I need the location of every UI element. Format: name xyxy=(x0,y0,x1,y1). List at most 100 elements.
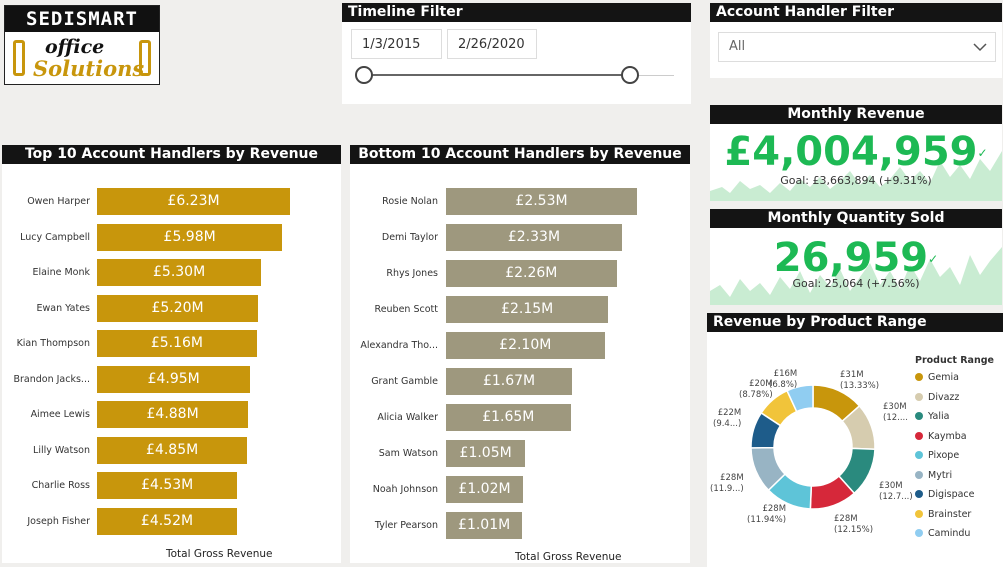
bar-data-label: £5.20M xyxy=(151,299,204,316)
monthly-quantity-goal: Goal: 25,064 (+7.56%) xyxy=(792,277,920,290)
bar[interactable]: £2.10M xyxy=(446,332,605,359)
bar-category-label: Reuben Scott xyxy=(374,304,438,315)
legend-item[interactable]: Divazz xyxy=(915,391,959,405)
bar-category-label: Lucy Campbell xyxy=(20,231,90,243)
monthly-quantity-value: 26,959✓ xyxy=(773,235,939,281)
bar[interactable]: £4.85M xyxy=(97,436,248,464)
bar-category-label: Alexandra Tho... xyxy=(360,340,438,351)
timeline-filter: Timeline Filter 1/3/2015 2/26/2020 xyxy=(342,3,691,104)
bar[interactable]: £5.20M xyxy=(97,294,259,322)
bar[interactable]: £4.95M xyxy=(97,365,251,393)
bar-data-label: £1.05M xyxy=(459,445,512,461)
donut-data-label-percent: (12.7...) xyxy=(879,492,913,502)
check-icon: ✓ xyxy=(977,146,988,160)
bar-data-label: £1.02M xyxy=(458,481,511,497)
legend-item[interactable]: Gemia xyxy=(915,371,959,385)
timeline-start-handle[interactable] xyxy=(355,66,373,84)
bar-category-label: Grant Gamble xyxy=(371,376,438,387)
bar[interactable]: £2.15M xyxy=(446,296,609,323)
donut-data-label: £28M (11.9...) xyxy=(710,473,744,495)
legend-label: Kaymba xyxy=(928,430,967,442)
legend-label: Brainster xyxy=(928,508,972,520)
donut-data-label-value: £28M xyxy=(720,473,744,483)
top-10-chart-title: Top 10 Account Handlers by Revenue xyxy=(2,145,341,164)
legend-marker xyxy=(915,412,923,420)
donut-data-label-value: £28M xyxy=(762,504,787,514)
bar-category-label: Kian Thompson xyxy=(16,338,90,349)
bar[interactable]: £1.05M xyxy=(446,440,526,467)
legend-label: Pixope xyxy=(928,450,960,461)
donut-data-label-percent: (8.78%) xyxy=(739,390,773,400)
bar[interactable]: £2.33M xyxy=(446,224,622,251)
bar-data-label: £4.95M xyxy=(147,370,200,387)
legend-item[interactable]: Mytri xyxy=(915,469,952,483)
bar-category-label: Sam Watson xyxy=(378,448,438,459)
legend-marker xyxy=(915,373,923,381)
check-icon: ✓ xyxy=(928,252,939,266)
bar-data-label: £4.52M xyxy=(140,512,194,529)
company-logo: SEDISMART office Solutions xyxy=(4,5,160,85)
bar-data-label: £1.65M xyxy=(482,409,535,425)
bar-category-label: Brandon Jacks... xyxy=(13,373,90,385)
account-handler-filter-title: Account Handler Filter xyxy=(710,3,1002,22)
end-date-input[interactable]: 2/26/2020 xyxy=(447,29,537,59)
timeline-slider-track[interactable] xyxy=(364,74,630,76)
bar[interactable]: £4.52M xyxy=(97,507,238,535)
legend-label: Gemia xyxy=(928,372,959,383)
donut-data-label-percent: (9.4...) xyxy=(713,419,742,429)
bar-data-label: £2.33M xyxy=(507,229,561,245)
legend-label: Divazz xyxy=(928,391,960,403)
bar[interactable]: £2.26M xyxy=(446,260,617,287)
start-date-input[interactable]: 1/3/2015 xyxy=(351,29,442,59)
donut-data-label: £30M (12.7...) xyxy=(879,481,913,503)
monthly-quantity-title: Monthly Quantity Sold xyxy=(710,209,1002,228)
bar-data-label: £2.26M xyxy=(505,265,558,281)
bar[interactable]: £5.30M xyxy=(97,259,262,286)
donut-data-label-percent: (11.9...) xyxy=(710,484,744,494)
bar[interactable]: £1.67M xyxy=(446,368,573,395)
legend-item[interactable]: Brainster xyxy=(915,508,971,522)
legend-marker xyxy=(915,451,923,459)
bar-data-label: £2.10M xyxy=(499,337,552,353)
account-handler-dropdown[interactable]: All xyxy=(718,32,996,62)
logo-office-text: office xyxy=(45,36,105,58)
bar[interactable]: £5.16M xyxy=(97,330,257,357)
bar-data-label: £4.85M xyxy=(146,441,199,458)
bar-category-label: Tyler Pearson xyxy=(374,520,438,531)
timeline-end-handle[interactable] xyxy=(621,66,639,84)
bar-category-label: Elaine Monk xyxy=(32,267,90,278)
product-range-legend-title: Product Range xyxy=(915,355,994,366)
legend-item[interactable]: Camindu xyxy=(915,527,970,541)
bar-category-label: Ewan Yates xyxy=(36,302,90,314)
donut-data-label-value: £22M xyxy=(717,408,742,418)
bar-data-label: £1.01M xyxy=(458,517,511,533)
bar-data-label: £2.53M xyxy=(515,193,568,209)
bar[interactable]: £4.88M xyxy=(97,401,249,428)
legend-item[interactable]: Yalia xyxy=(915,410,949,424)
bar[interactable]: £4.53M xyxy=(97,472,238,499)
legend-marker xyxy=(915,431,923,440)
legend-label: Digispace xyxy=(928,489,975,500)
bar-category-label: Owen Harper xyxy=(27,196,90,207)
bar-category-label: Demi Taylor xyxy=(381,232,438,243)
bar[interactable]: £5.98M xyxy=(97,223,283,251)
legend-label: Mytri xyxy=(928,469,953,481)
bar[interactable]: £6.23M xyxy=(97,188,290,215)
legend-item[interactable]: Digispace xyxy=(915,488,975,502)
donut-data-label-percent: (13.33%) xyxy=(840,381,880,391)
bar-category-label: Rosie Nolan xyxy=(382,196,438,207)
bar[interactable]: £1.01M xyxy=(446,512,523,539)
monthly-quantity-card: Monthly Quantity Sold 26,959✓ Goal: 25,0… xyxy=(710,209,1002,305)
legend-item[interactable]: Kaymba xyxy=(915,430,967,444)
bar[interactable]: £2.53M xyxy=(446,188,637,215)
bar-category-label: Joseph Fisher xyxy=(27,515,90,527)
bar[interactable]: £1.02M xyxy=(446,476,523,503)
bar[interactable]: £1.65M xyxy=(446,404,571,431)
legend-item[interactable]: Pixope xyxy=(915,449,959,463)
donut-data-label: £28M (12.15%) xyxy=(834,514,873,536)
bar-data-label: £5.98M xyxy=(163,228,216,245)
monthly-revenue-goal: Goal: £3,663,894 (+9.31%) xyxy=(780,174,932,187)
legend-marker xyxy=(915,392,923,401)
bar-category-label: Alicia Walker xyxy=(377,412,438,423)
donut-data-label: £16M (6.8%) xyxy=(769,369,797,391)
